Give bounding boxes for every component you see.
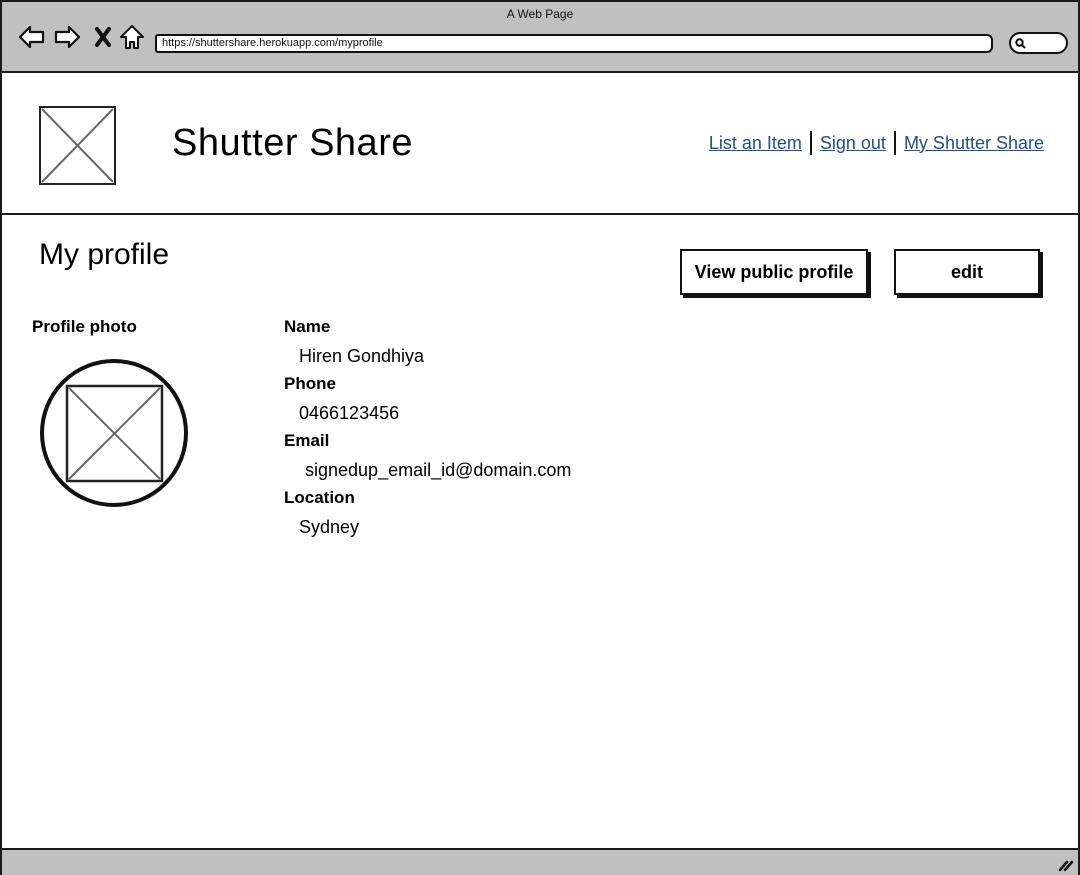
- view-public-profile-button[interactable]: View public profile: [680, 249, 868, 295]
- browser-search-input[interactable]: [1009, 32, 1068, 54]
- browser-chrome: A Web Page https://shuttershare.herokuap…: [2, 2, 1078, 73]
- profile-photo-label: Profile photo: [32, 317, 137, 336]
- status-bar: [2, 848, 1078, 875]
- email-label: Email: [284, 431, 330, 450]
- top-nav: List an Item Sign out My Shutter Share: [709, 131, 1044, 155]
- nav-link-sign-out[interactable]: Sign out: [820, 133, 886, 154]
- name-label: Name: [284, 317, 331, 336]
- edit-button[interactable]: edit: [894, 249, 1040, 295]
- phone-value: 0466123456: [299, 403, 400, 423]
- window-title: A Web Page: [506, 7, 574, 21]
- page-title: My profile: [39, 238, 170, 271]
- site-header: Shutter Share List an Item Sign out My S…: [2, 73, 1078, 215]
- name-value: Hiren Gondhiya: [299, 346, 425, 366]
- nav-divider: [809, 131, 812, 155]
- nav-link-my-shutter-share[interactable]: My Shutter Share: [904, 133, 1044, 154]
- site-title: Shutter Share: [172, 122, 413, 164]
- email-value: signedup_email_id@domain.com: [305, 460, 572, 480]
- nav-link-list-an-item[interactable]: List an Item: [709, 133, 802, 154]
- stop-icon[interactable]: [89, 23, 117, 51]
- profile-details: Name Hiren Gondhiya Phone 0466123456 Ema…: [284, 316, 571, 544]
- image-placeholder-icon: [39, 106, 116, 185]
- location-value: Sydney: [299, 517, 360, 537]
- back-arrow-icon[interactable]: [18, 23, 46, 51]
- nav-divider: [893, 131, 896, 155]
- phone-label: Phone: [284, 374, 336, 393]
- resize-grip-icon[interactable]: [1058, 858, 1074, 872]
- forward-arrow-icon[interactable]: [53, 23, 81, 51]
- home-icon[interactable]: [118, 23, 146, 51]
- search-icon: [1015, 38, 1026, 49]
- browser-window: A Web Page https://shuttershare.herokuap…: [0, 0, 1080, 875]
- url-input[interactable]: https://shuttershare.herokuapp.com/mypro…: [155, 34, 993, 53]
- location-label: Location: [284, 488, 355, 507]
- profile-photo[interactable]: [40, 358, 188, 508]
